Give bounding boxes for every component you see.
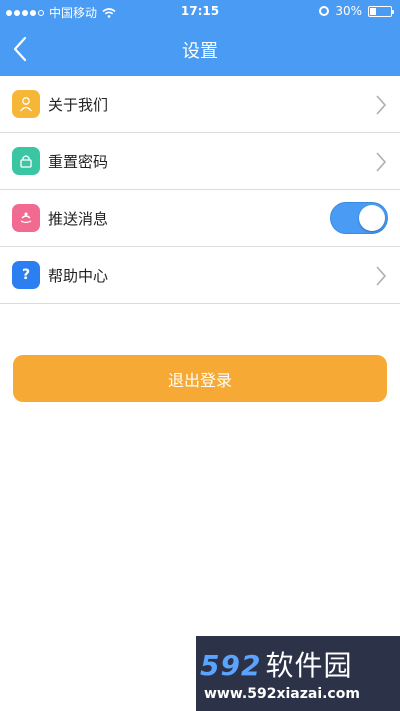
watermark-url: www.592xiazai.com	[204, 686, 360, 702]
lock-icon	[12, 147, 40, 175]
status-bar: 中国移动 17:15 30%	[0, 0, 400, 22]
settings-item-about[interactable]: 关于我们	[0, 76, 400, 133]
watermark-text: 软件园	[265, 649, 353, 682]
page-title: 设置	[182, 41, 218, 62]
watermark-number: 592	[200, 649, 262, 682]
user-icon	[12, 90, 40, 118]
watermark-brand: 592 软件园	[200, 644, 352, 684]
status-right: 30%	[319, 4, 394, 18]
settings-list: 关于我们 重置密码 推送消息 ? 帮助中心	[0, 76, 400, 304]
nav-bar: 设置	[0, 22, 400, 76]
push-toggle[interactable]	[330, 202, 388, 234]
toggle-knob	[359, 205, 385, 231]
settings-item-label: 推送消息	[48, 210, 109, 228]
chevron-right-icon	[376, 266, 387, 286]
settings-item-push: 推送消息	[0, 190, 400, 247]
question-icon: ?	[12, 261, 40, 289]
push-icon	[12, 204, 40, 232]
battery-percent: 30%	[335, 4, 362, 18]
watermark: 592 软件园 www.592xiazai.com	[196, 636, 400, 711]
battery-icon	[368, 5, 394, 17]
top-bar: 中国移动 17:15 30% 设置	[0, 0, 400, 76]
settings-item-reset-password[interactable]: 重置密码	[0, 133, 400, 190]
settings-item-label: 重置密码	[48, 153, 109, 171]
logout-button[interactable]: 退出登录	[13, 355, 387, 402]
settings-item-label: 帮助中心	[48, 267, 109, 285]
chevron-right-icon	[376, 95, 387, 115]
alarm-icon	[319, 6, 330, 16]
settings-item-label: 关于我们	[48, 96, 109, 114]
chevron-right-icon	[376, 152, 387, 172]
battery-level	[370, 7, 376, 15]
settings-item-help[interactable]: ? 帮助中心	[0, 247, 400, 304]
